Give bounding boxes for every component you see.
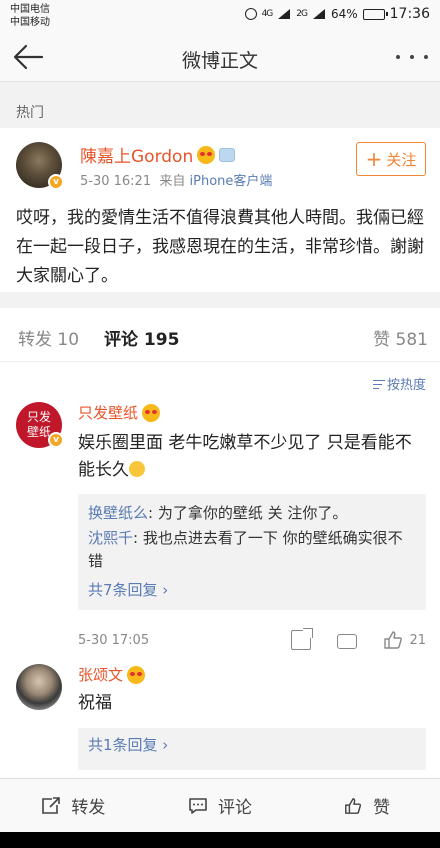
tab-comment-label: 评论 xyxy=(104,330,138,350)
more-replies-link[interactable]: 共7条回复 › xyxy=(88,579,416,602)
sort-label: 按热度 xyxy=(386,378,426,393)
reply-item: 换壁纸么: 为了拿你的壁纸 关 注你了。 xyxy=(88,502,416,525)
comment-item: 只发壁纸 v 只发壁纸 娱乐圈里面 老牛吃嫩草不少见了 只是看能不能长久 换壁纸… xyxy=(0,402,440,664)
reply-user[interactable]: 换壁纸么 xyxy=(88,504,148,522)
status-bar: 中国电信 中国移动 4G 2G 64% 17:36 xyxy=(0,0,440,32)
like-label: 赞 xyxy=(373,798,391,818)
signal-2-icon xyxy=(312,9,325,19)
plus-icon: + xyxy=(365,147,383,171)
more-dot-icon xyxy=(424,55,428,59)
comment-icon xyxy=(189,797,207,814)
comment-text-body: 娱乐圈里面 老牛吃嫩草不少见了 只是看能不能长久 xyxy=(78,433,412,480)
commenter-name[interactable]: 只发壁纸 xyxy=(78,402,161,423)
reply-item: 沈熙千: 我也点进去看了一下 你的壁纸确实很不错 xyxy=(88,527,416,573)
reply-user[interactable]: 沈熙千 xyxy=(88,529,133,547)
like-thumb-icon[interactable] xyxy=(383,630,403,650)
tab-like[interactable]: 赞 581 xyxy=(373,325,428,350)
tab-comment[interactable]: 评论 195 xyxy=(104,325,179,350)
carrier-2: 中国移动 xyxy=(10,17,50,28)
signal-1-label: 4G xyxy=(261,9,274,19)
follow-button[interactable]: + 关注 xyxy=(356,142,426,176)
nav-bar: 微博正文 xyxy=(0,32,440,82)
commenter-name[interactable]: 张颂文 xyxy=(78,664,146,685)
more-options-button[interactable] xyxy=(396,44,428,70)
system-nav-bar xyxy=(0,832,440,848)
reply-icon[interactable] xyxy=(337,633,358,649)
clock: 17:36 xyxy=(389,6,430,22)
heart-eyes-emoji-icon xyxy=(127,665,146,684)
like-thumb-icon xyxy=(345,797,362,814)
status-indicators: 4G 2G 64% 17:36 xyxy=(244,6,430,22)
like-button[interactable]: 赞 xyxy=(293,779,440,832)
post-source[interactable]: iPhone客户端 xyxy=(190,174,273,189)
verified-badge-icon: v xyxy=(48,174,64,190)
battery-icon xyxy=(362,8,388,20)
heart-eyes-emoji-icon xyxy=(197,145,216,164)
post-source-prefix: 来自 xyxy=(159,174,186,189)
post-meta: 5-30 16:21 来自 iPhone客户端 xyxy=(80,170,272,189)
share-icon[interactable] xyxy=(291,628,314,650)
comment-item: 张颂文 祝福 共1条回复 › xyxy=(0,664,440,788)
comment-text: 祝福 xyxy=(78,693,112,713)
tab-like-count: 581 xyxy=(395,330,428,350)
carrier-info: 中国电信 中国移动 xyxy=(10,3,50,29)
repost-button[interactable]: 转发 xyxy=(0,779,147,832)
reply-box[interactable]: 共1条回复 › xyxy=(78,728,426,770)
repost-label: 转发 xyxy=(71,798,106,818)
commenter-name-text: 张颂文 xyxy=(78,666,124,684)
reply-text: : 为了拿你的壁纸 关 注你了。 xyxy=(148,504,348,522)
smile-emoji-icon xyxy=(129,461,145,477)
more-dot-icon xyxy=(410,55,414,59)
comment-button[interactable]: 评论 xyxy=(147,779,294,832)
tab-like-label: 赞 xyxy=(373,330,391,350)
tab-comment-count: 195 xyxy=(143,330,180,350)
signal-icon xyxy=(278,9,291,19)
post-body: 哎呀，我的愛情生活不值得浪費其他人時間。我倆已經在一起一段日子，我感恩現在的生活… xyxy=(16,208,424,286)
follow-label: 关注 xyxy=(386,150,417,169)
tab-repost-count: 10 xyxy=(57,330,80,350)
divider xyxy=(0,292,440,308)
bottom-action-bar: 转发 评论 赞 xyxy=(0,778,440,832)
weibo-post: v 陳嘉上Gordon 5-30 16:21 来自 iPhone客户端 + 关注… xyxy=(0,128,440,292)
member-icon xyxy=(219,147,236,162)
page-title: 微博正文 xyxy=(181,50,258,72)
post-time: 5-30 16:21 xyxy=(80,174,152,189)
sort-icon xyxy=(372,378,385,390)
signal-2-label: 2G xyxy=(296,9,308,19)
commenter-name-text: 只发壁纸 xyxy=(78,404,139,422)
comment-label: 评论 xyxy=(218,798,252,818)
hot-section-label: 热门 xyxy=(0,82,440,128)
more-replies-link[interactable]: 共1条回复 › xyxy=(88,734,416,757)
author-name[interactable]: 陳嘉上Gordon xyxy=(80,142,236,167)
more-dot-icon xyxy=(396,55,400,59)
repost-icon xyxy=(42,796,61,814)
reply-box[interactable]: 换壁纸么: 为了拿你的壁纸 关 注你了。 沈熙千: 我也点进去看了一下 你的壁纸… xyxy=(78,494,426,610)
carrier-1: 中国电信 xyxy=(10,4,50,15)
comment-like-count: 21 xyxy=(409,632,426,648)
comment-time: 5-30 17:05 xyxy=(78,632,150,648)
alarm-icon xyxy=(244,8,257,20)
interaction-tabs: 转发 10 评论 195 赞 581 xyxy=(0,308,440,362)
reply-text: : 我也点进去看了一下 你的壁纸确实很不错 xyxy=(88,529,403,570)
sort-bar: 按热度 xyxy=(0,362,440,402)
tab-repost[interactable]: 转发 10 xyxy=(18,325,79,350)
verified-badge-icon: v xyxy=(48,432,64,448)
comment-text: 娱乐圈里面 老牛吃嫩草不少见了 只是看能不能长久 xyxy=(78,430,420,484)
battery-percent: 64% xyxy=(330,7,358,21)
author-name-text: 陳嘉上Gordon xyxy=(80,147,194,167)
tab-repost-label: 转发 xyxy=(18,330,52,350)
sort-by-hot-button[interactable]: 按热度 xyxy=(372,374,426,393)
comment-footer: 5-30 17:05 21 xyxy=(78,628,426,650)
heart-eyes-emoji-icon xyxy=(142,403,161,422)
commenter-avatar[interactable] xyxy=(16,664,62,710)
